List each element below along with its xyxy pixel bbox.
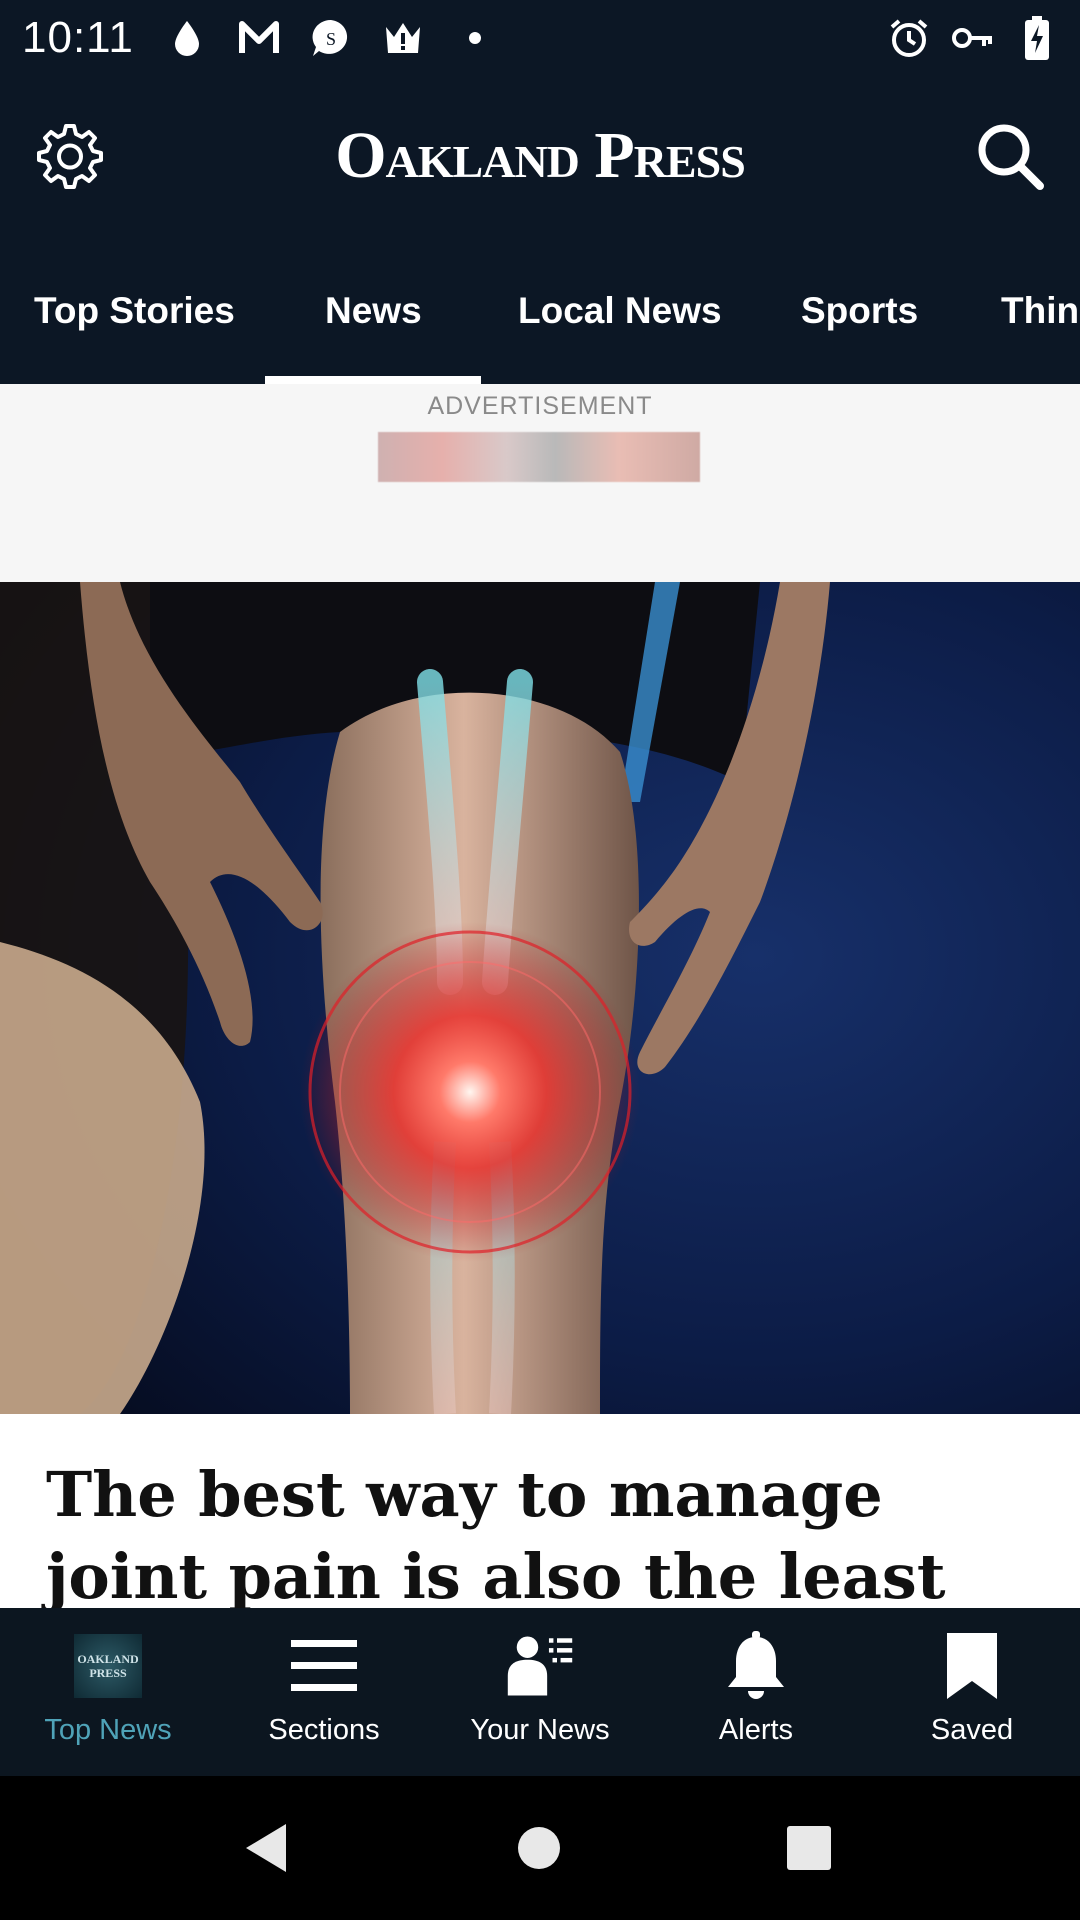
dot-icon — [454, 17, 496, 59]
nav-label-sections: Sections — [268, 1714, 380, 1746]
nav-alerts[interactable]: Alerts — [648, 1608, 864, 1776]
section-tab-bar: Top Stories News Local News Sports Thin — [0, 238, 1080, 384]
system-navigation-bar — [0, 1776, 1080, 1920]
back-button[interactable] — [230, 1812, 302, 1884]
app-logo: Oakland Press — [335, 119, 746, 192]
oakland-press-logo-icon: OAKLAND PRESS — [74, 1632, 142, 1700]
tab-sports[interactable]: Sports — [801, 238, 918, 384]
nav-label-your-news: Your News — [470, 1714, 610, 1746]
drop-icon — [166, 17, 208, 59]
battery-charging-icon — [1016, 16, 1058, 60]
search-icon — [978, 124, 1044, 190]
bottom-navigation: OAKLAND PRESS Top News Sections Your News… — [0, 1608, 1080, 1776]
home-button[interactable] — [503, 1812, 575, 1884]
search-button[interactable] — [974, 120, 1046, 192]
status-icons-right — [888, 10, 1058, 66]
tab-news[interactable]: News — [325, 238, 422, 384]
advertisement-label: ADVERTISEMENT — [427, 392, 653, 420]
nav-label-saved: Saved — [930, 1714, 1014, 1746]
nav-label-top-news: Top News — [44, 1714, 172, 1746]
status-bar: 10:11 S — [0, 0, 1080, 76]
advertisement-area: ADVERTISEMENT — [0, 384, 1080, 582]
hamburger-icon — [290, 1632, 358, 1700]
active-tab-indicator — [265, 376, 481, 384]
status-icons-left: S — [166, 10, 496, 66]
person-list-icon — [506, 1632, 574, 1700]
crown-alert-icon — [382, 17, 424, 59]
nav-label-alerts: Alerts — [718, 1714, 794, 1746]
app-header: Oakland Press — [0, 76, 1080, 238]
article-headline[interactable]: The best way to manage joint pain is als… — [46, 1454, 1046, 1608]
status-time: 10:11 — [22, 13, 134, 62]
tab-top-stories[interactable]: Top Stories — [34, 238, 235, 384]
nav-your-news[interactable]: Your News — [432, 1608, 648, 1776]
tab-things[interactable]: Thin — [1001, 238, 1079, 384]
vpn-key-icon — [952, 17, 994, 59]
back-icon — [246, 1824, 286, 1872]
nav-top-news[interactable]: OAKLAND PRESS Top News — [0, 1608, 216, 1776]
advertisement-banner[interactable] — [378, 432, 700, 482]
gmail-icon — [238, 17, 280, 59]
tab-local-news[interactable]: Local News — [518, 238, 722, 384]
recents-icon — [787, 1826, 831, 1870]
knee-pain-illustration — [0, 582, 1080, 1414]
svg-text:S: S — [326, 29, 336, 49]
recents-button[interactable] — [773, 1812, 845, 1884]
article-hero-image[interactable] — [0, 582, 1080, 1414]
nav-sections[interactable]: Sections — [216, 1608, 432, 1776]
home-icon — [518, 1827, 560, 1869]
bell-icon — [722, 1631, 790, 1700]
s-chat-icon: S — [310, 17, 352, 59]
article-card[interactable]: The best way to manage joint pain is als… — [0, 1414, 1080, 1608]
nav-saved[interactable]: Saved — [864, 1608, 1080, 1776]
alarm-icon — [888, 17, 930, 59]
bookmark-icon — [938, 1632, 1006, 1700]
